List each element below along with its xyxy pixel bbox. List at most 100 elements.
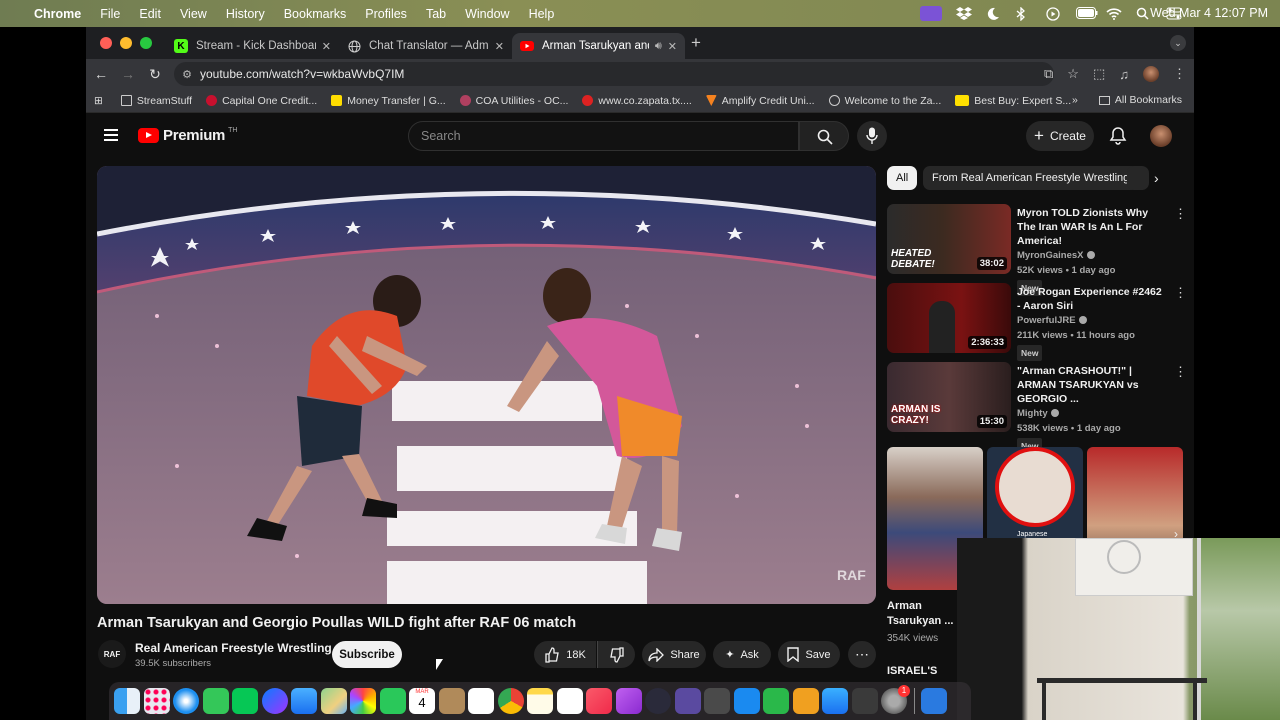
install-app-icon[interactable]: ⧉ <box>1044 66 1053 82</box>
safari-icon[interactable] <box>173 688 199 714</box>
video-player[interactable]: RAF <box>97 166 876 604</box>
tab-audio-icon[interactable]: 🔊︎ <box>655 40 662 53</box>
close-tab-icon[interactable]: ✕ <box>668 40 677 53</box>
screen-mirroring-icon[interactable] <box>920 6 942 21</box>
guide-menu-icon[interactable] <box>104 129 118 141</box>
calendar-icon[interactable]: MAR 4 <box>409 688 435 714</box>
finder-folder-icon[interactable] <box>438 688 465 714</box>
music-icon[interactable] <box>586 688 612 714</box>
launchpad-icon[interactable] <box>143 688 170 714</box>
more-actions-button[interactable]: ⋯ <box>848 641 876 668</box>
media-controls-icon[interactable]: ♫ <box>1119 67 1129 82</box>
menu-help[interactable]: Help <box>529 7 555 21</box>
recommendation-title[interactable]: "Arman CRASHOUT!" | ARMAN TSARUKYAN vs G… <box>1017 364 1165 406</box>
address-bar[interactable]: ⚙ youtube.com/watch?v=wkbaWvbQ7IM <box>174 62 1054 86</box>
chrome-icon[interactable] <box>497 688 524 714</box>
tab-kick-dashboard[interactable]: K Stream - Kick Dashboard ✕ <box>166 33 339 59</box>
app-store-icon[interactable] <box>822 688 848 714</box>
menu-view[interactable]: View <box>180 7 207 21</box>
minimize-window-button[interactable] <box>120 37 132 49</box>
tab-search-chevron-icon[interactable]: ⌄ <box>1170 35 1186 51</box>
reload-button[interactable]: ↻ <box>143 66 167 83</box>
mail-icon[interactable] <box>291 688 317 714</box>
bookmark-capital-one[interactable]: Capital One Credit... <box>206 95 317 107</box>
recommendation-item[interactable]: 2:36:33 Joe Rogan Experience #2462 - Aar… <box>887 283 1187 361</box>
bookmark-streamstuff[interactable]: StreamStuff <box>120 95 192 107</box>
extra-app-icon[interactable] <box>921 688 947 714</box>
bookmark-welcome-zapata[interactable]: Welcome to the Za... <box>828 95 941 107</box>
bookmark-best-buy[interactable]: Best Buy: Expert S... <box>955 95 1071 107</box>
messages-icon[interactable] <box>202 688 229 714</box>
menu-tab[interactable]: Tab <box>426 7 446 21</box>
photos-icon[interactable] <box>350 688 376 714</box>
new-tab-button[interactable]: + <box>691 33 701 53</box>
bookmark-star-icon[interactable]: ☆ <box>1067 66 1079 82</box>
channel-name[interactable]: Real American Freestyle Wrestling <box>135 641 332 655</box>
recommendation-menu-icon[interactable]: ⋮ <box>1174 206 1187 222</box>
obs-icon[interactable] <box>645 688 671 714</box>
menu-app-name[interactable]: Chrome <box>34 7 81 21</box>
close-tab-icon[interactable]: ✕ <box>495 40 504 53</box>
recommendation-channel[interactable]: MyronGainesX <box>1017 250 1084 261</box>
menu-window[interactable]: Window <box>465 7 509 21</box>
share-button[interactable]: Share <box>642 641 706 668</box>
imovie-icon[interactable] <box>674 688 701 714</box>
video-thumbnail[interactable]: ARMAN IS CRAZY! 15:30 <box>887 362 1011 432</box>
recommendation-menu-icon[interactable]: ⋮ <box>1174 364 1187 380</box>
save-button[interactable]: Save <box>778 641 840 668</box>
chip-partial[interactable] <box>1127 166 1149 190</box>
extensions-icon[interactable]: ⬚ <box>1093 66 1105 82</box>
recommendation-title[interactable]: Joe Rogan Experience #2462 - Aaron Siri <box>1017 285 1165 313</box>
wifi-icon[interactable] <box>1106 7 1122 20</box>
close-window-button[interactable] <box>100 37 112 49</box>
chips-next-chevron-icon[interactable]: › <box>1154 170 1159 186</box>
finder-icon[interactable] <box>114 688 140 714</box>
calculator-icon[interactable] <box>851 688 878 714</box>
dropbox-icon[interactable] <box>956 7 972 20</box>
forward-button[interactable]: → <box>116 66 140 82</box>
bookmark-amplify[interactable]: Amplify Credit Uni... <box>705 95 815 107</box>
recommendation-item[interactable]: ARMAN IS CRAZY! 15:30 "Arman CRASHOUT!" … <box>887 362 1187 454</box>
notes-icon[interactable] <box>527 688 553 714</box>
pages-icon[interactable] <box>792 688 819 714</box>
numbers-icon[interactable] <box>763 688 789 714</box>
channel-avatar[interactable]: RAF <box>98 640 126 668</box>
recommendation-channel[interactable]: PowerfulJRE <box>1017 315 1076 326</box>
apps-grid-icon[interactable]: ⊞ <box>94 95 103 107</box>
moon-icon[interactable] <box>986 7 1002 20</box>
close-tab-icon[interactable]: ✕ <box>322 40 331 53</box>
menu-bookmarks[interactable]: Bookmarks <box>284 7 347 21</box>
system-settings-icon[interactable]: 1 <box>881 685 910 714</box>
keynote-icon[interactable] <box>733 688 760 714</box>
subscribe-button[interactable]: Subscribe <box>332 641 402 668</box>
battery-icon[interactable] <box>1076 7 1098 20</box>
play-circle-icon[interactable] <box>1046 7 1062 21</box>
freeform-icon[interactable] <box>556 688 583 714</box>
chrome-menu-icon[interactable]: ⋮ <box>1173 66 1186 82</box>
bookmark-coa-utilities[interactable]: COA Utilities - OC... <box>459 95 568 107</box>
facetime-icon[interactable] <box>379 688 406 714</box>
search-button[interactable] <box>799 121 849 151</box>
dislike-button[interactable] <box>597 641 635 668</box>
profile-avatar[interactable] <box>1143 66 1159 82</box>
video-thumbnail[interactable]: HEATED DEBATE! 38:02 <box>887 204 1011 274</box>
utility-icon[interactable] <box>704 688 730 714</box>
recommendation-item[interactable]: HEATED DEBATE! 38:02 Myron TOLD Zionists… <box>887 204 1187 296</box>
video-thumbnail[interactable]: 2:36:33 <box>887 283 1011 353</box>
recommendation-title[interactable]: Myron TOLD Zionists Why The Iran WAR Is … <box>1017 206 1165 248</box>
maps-icon[interactable] <box>320 688 347 714</box>
back-button[interactable]: ← <box>89 66 113 82</box>
menu-file[interactable]: File <box>100 7 120 21</box>
recommendation-channel[interactable]: Mighty <box>1017 408 1048 419</box>
tab-chat-translator[interactable]: Chat Translator — Admin ✕ <box>339 33 512 59</box>
menu-history[interactable]: History <box>226 7 265 21</box>
like-button[interactable]: 18K <box>534 641 596 668</box>
chip-from-channel[interactable]: From Real American Freestyle Wrestling <box>923 166 1139 190</box>
youtube-premium-logo[interactable]: Premium TH <box>138 127 237 144</box>
voice-search-button[interactable] <box>857 121 887 151</box>
chip-all[interactable]: All <box>887 166 918 190</box>
all-bookmarks-button[interactable]: All Bookmarks <box>1098 94 1182 106</box>
messenger-icon[interactable] <box>261 688 288 714</box>
site-info-icon[interactable]: ⚙ <box>174 68 200 81</box>
ask-button[interactable]: ✦ Ask <box>713 641 771 668</box>
